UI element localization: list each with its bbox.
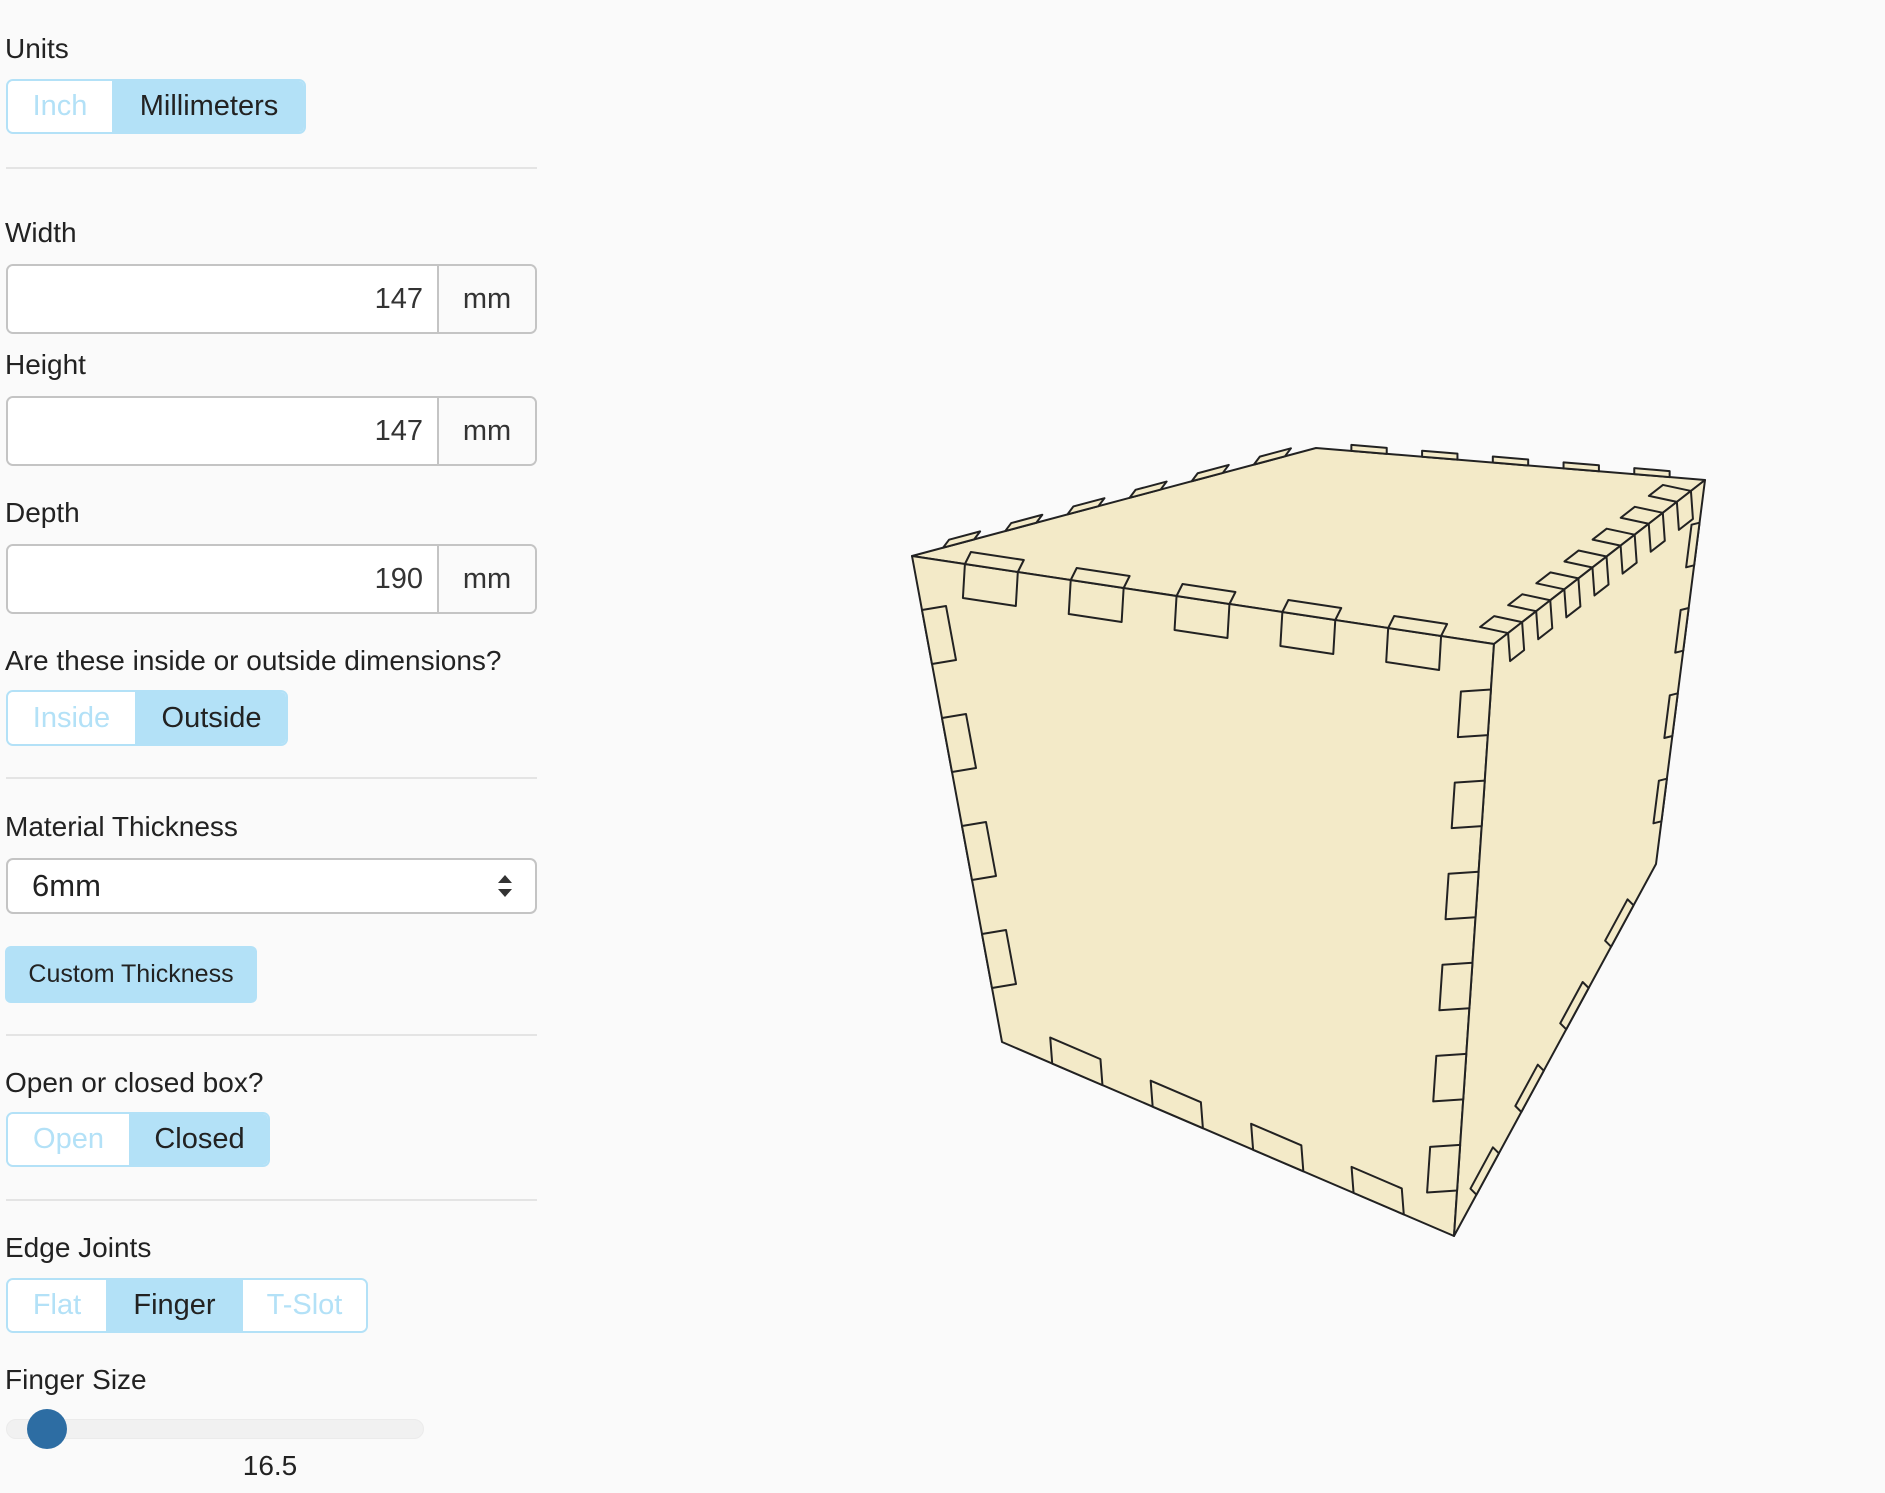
box-3d-preview[interactable] [0,0,1885,1493]
finger-tab [1450,779,1486,830]
finger-tab [1456,688,1492,739]
finger-tab [1438,961,1474,1012]
finger-tab [1444,870,1480,921]
finger-tab [1432,1052,1468,1103]
finger-tab [1426,1143,1462,1194]
